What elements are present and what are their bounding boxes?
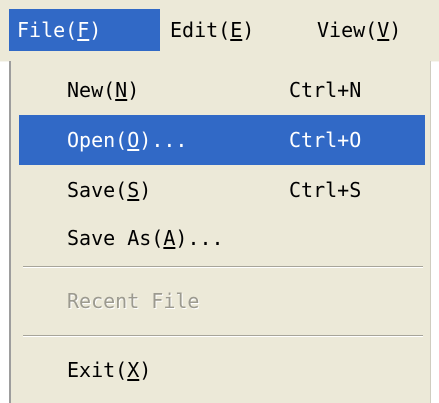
menu-item-new-shortcut: Ctrl+N — [289, 78, 362, 102]
file-menu-dropdown: New(N) Ctrl+N Open(O)... Ctrl+O Save(S) … — [9, 61, 431, 403]
menu-item-new-accel: N — [115, 78, 128, 102]
menu-item-open[interactable]: Open(O)... Ctrl+O — [19, 115, 425, 165]
menu-view-label: View — [317, 18, 366, 42]
menu-edit[interactable]: Edit(E) — [160, 9, 306, 51]
menu-item-save-as-label: Save As(A)... — [67, 226, 224, 250]
menu-file[interactable]: File(F) — [9, 9, 160, 51]
menu-item-save-as-accel: A — [163, 226, 176, 250]
menu-bar: File(F) Edit(E) View(V) — [0, 0, 439, 62]
menu-view-accel: V — [377, 18, 390, 42]
menu-item-open-label: Open(O)... — [67, 128, 188, 152]
menu-item-save-as-ellipsis: ... — [187, 226, 224, 250]
menu-edit-label: Edit — [170, 18, 219, 42]
menu-item-recent-file: Recent File — [19, 276, 425, 326]
menu-item-save-label: Save(S) — [67, 178, 152, 202]
menu-item-open-accel: O — [127, 128, 140, 152]
menu-item-exit-label: Exit(X) — [67, 358, 152, 382]
menu-item-recent-file-label: Recent File — [67, 289, 200, 313]
menu-item-save-as[interactable]: Save As(A)... — [19, 213, 425, 263]
menu-item-new-label: New(N) — [67, 78, 140, 102]
menu-item-exit[interactable]: Exit(X) — [19, 345, 425, 395]
menu-edit-accel: E — [230, 18, 243, 42]
menu-view[interactable]: View(V) — [307, 9, 427, 51]
menu-item-save[interactable]: Save(S) Ctrl+S — [19, 165, 425, 215]
menu-item-open-ellipsis: ... — [151, 128, 188, 152]
menu-separator — [23, 266, 423, 268]
menu-item-exit-accel: X — [127, 358, 140, 382]
menu-item-open-shortcut: Ctrl+O — [289, 128, 362, 152]
menu-item-save-shortcut: Ctrl+S — [289, 178, 362, 202]
menu-file-label: File — [17, 18, 66, 42]
menu-item-new[interactable]: New(N) Ctrl+N — [19, 65, 425, 115]
menu-item-save-accel: S — [127, 178, 140, 202]
menu-file-accel: F — [77, 18, 90, 42]
menu-separator — [23, 335, 423, 337]
